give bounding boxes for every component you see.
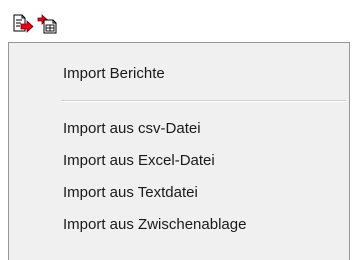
import-dropdown-menu: Import Berichte Import aus csv-Datei Imp… bbox=[8, 42, 350, 260]
export-document-icon bbox=[13, 14, 34, 33]
menu-item-import-text[interactable]: Import aus Textdatei bbox=[10, 179, 348, 207]
export-button[interactable] bbox=[12, 14, 34, 34]
menu-item-import-berichte[interactable]: Import Berichte bbox=[10, 60, 348, 88]
menu-item-import-clipboard[interactable]: Import aus Zwischenablage bbox=[10, 211, 348, 239]
toolbar bbox=[0, 0, 361, 42]
import-document-icon bbox=[37, 14, 57, 34]
menu-item-import-excel[interactable]: Import aus Excel-Datei bbox=[10, 147, 348, 175]
menu-separator bbox=[61, 100, 346, 102]
import-button[interactable] bbox=[37, 14, 59, 34]
menu-item-import-csv[interactable]: Import aus csv-Datei bbox=[10, 115, 348, 143]
